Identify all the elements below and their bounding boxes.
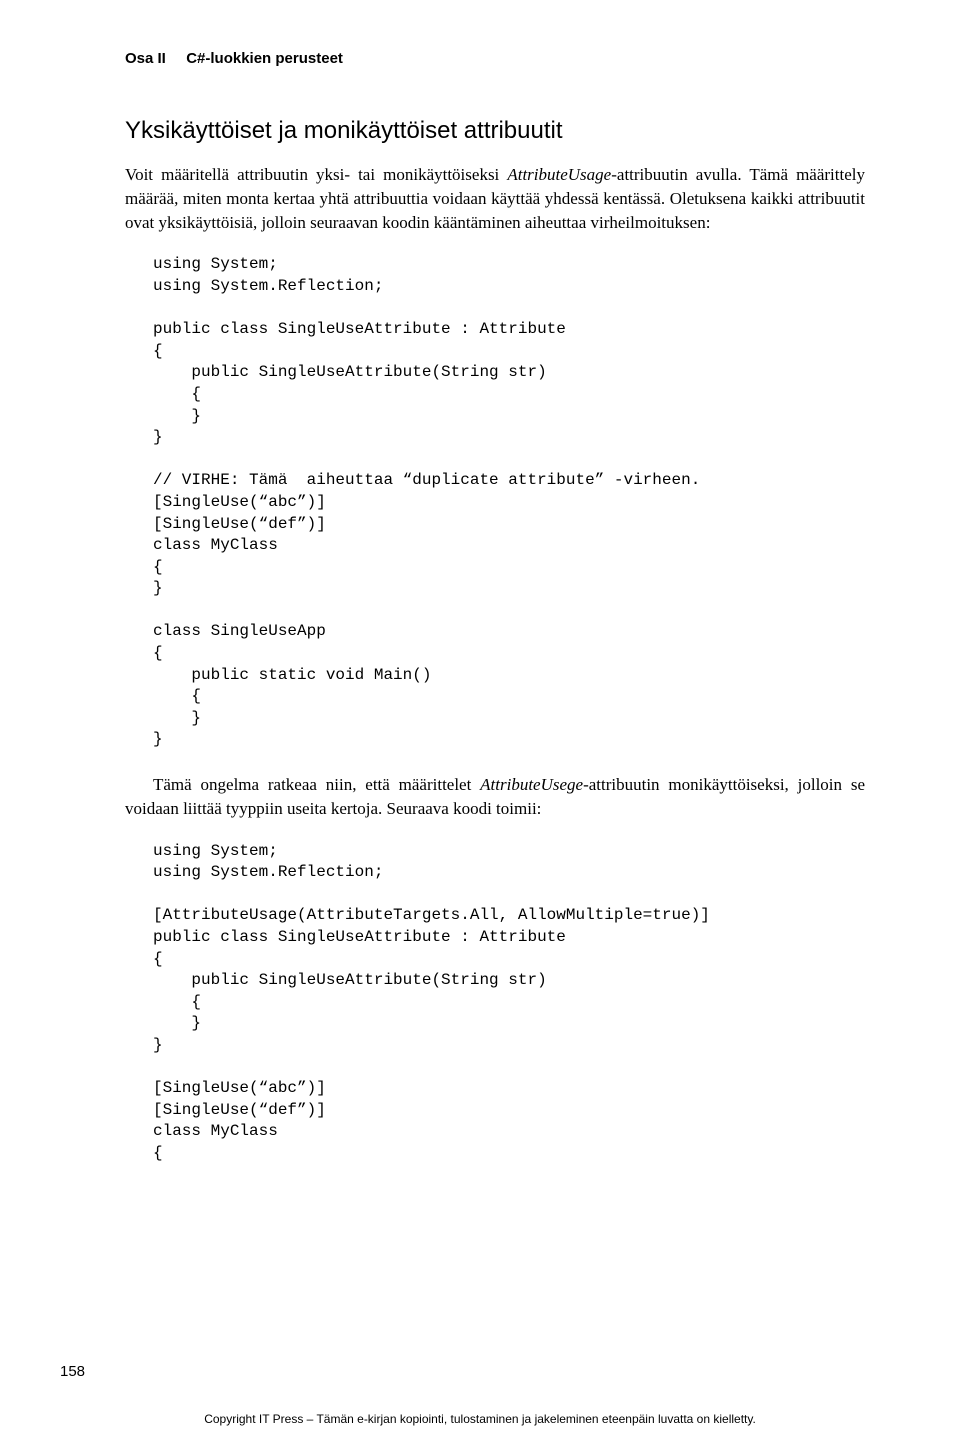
header-part: Osa II bbox=[125, 50, 166, 67]
p1-italic-1: AttributeUsage bbox=[507, 165, 611, 184]
header-separator bbox=[172, 50, 180, 67]
code-block-1: using System; using System.Reflection; p… bbox=[153, 254, 865, 751]
paragraph-1: Voit määritellä attribuutin yksi- tai mo… bbox=[125, 163, 865, 234]
code-block-2: using System; using System.Reflection; [… bbox=[153, 841, 865, 1165]
section-title: Yksikäyttöiset ja monikäyttöiset attribu… bbox=[125, 117, 865, 145]
footer-copyright: Copyright IT Press – Tämän e-kirjan kopi… bbox=[0, 1412, 960, 1426]
page-header: Osa II C#-luokkien perusteet bbox=[125, 50, 865, 67]
p1-text-a: Voit määritellä attribuutin yksi- tai mo… bbox=[125, 165, 507, 184]
header-chapter: C#-luokkien perusteet bbox=[186, 50, 343, 67]
p2-italic-1: AttributeUsege bbox=[480, 775, 583, 794]
paragraph-2: Tämä ongelma ratkeaa niin, että määritte… bbox=[125, 773, 865, 821]
p2-text-a: Tämä ongelma ratkeaa niin, että määritte… bbox=[153, 775, 480, 794]
page-number: 158 bbox=[60, 1363, 85, 1380]
